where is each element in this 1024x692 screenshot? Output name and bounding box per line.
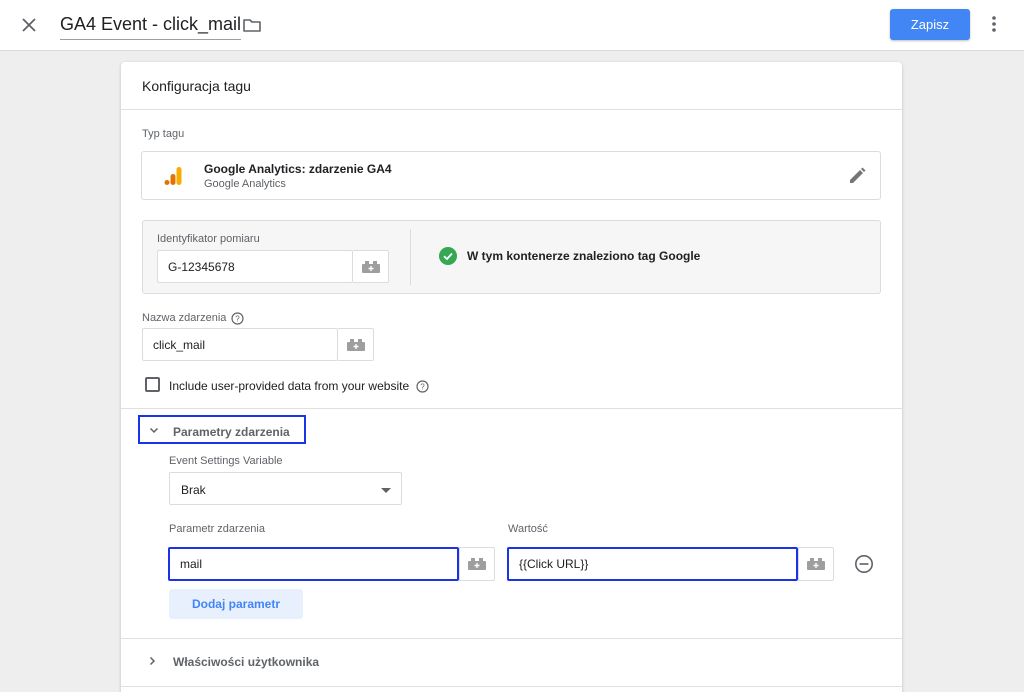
card-header: Konfiguracja tagu xyxy=(121,62,902,110)
top-bar: GA4 Event - click_mail Zapisz xyxy=(0,0,1024,51)
param-name-variable-button[interactable] xyxy=(459,547,495,581)
param-value-variable-button[interactable] xyxy=(798,547,834,581)
google-analytics-icon xyxy=(164,167,182,185)
add-param-button[interactable]: Dodaj parametr xyxy=(169,589,303,619)
measurement-id-input[interactable] xyxy=(157,250,353,283)
variable-lego-icon xyxy=(361,260,380,273)
dropdown-caret-icon xyxy=(381,488,391,493)
section-divider xyxy=(121,686,902,687)
chevron-right-icon xyxy=(149,656,156,666)
value-column-label: Wartość xyxy=(508,523,548,535)
event-name-input[interactable] xyxy=(142,328,338,361)
tag-configuration-card: Konfiguracja tagu Typ tagu Google Analyt… xyxy=(121,62,902,692)
tag-type-selector[interactable]: Google Analytics: zdarzenie GA4 Google A… xyxy=(141,151,881,200)
user-data-checkbox[interactable] xyxy=(145,377,160,392)
event-settings-variable-label: Event Settings Variable xyxy=(169,455,283,467)
save-button[interactable]: Zapisz xyxy=(890,9,970,40)
tag-type-label: Typ tagu xyxy=(142,128,185,140)
user-properties-section-toggle[interactable]: Właściwości użytkownika xyxy=(141,650,341,672)
svg-text:?: ? xyxy=(235,315,240,324)
param-name-input[interactable] xyxy=(168,547,459,581)
user-properties-title: Właściwości użytkownika xyxy=(173,655,320,669)
tag-type-name: Google Analytics: zdarzenie GA4 xyxy=(204,162,392,176)
tag-type-vendor: Google Analytics xyxy=(204,178,286,190)
section-divider xyxy=(121,408,902,409)
event-settings-variable-select[interactable]: Brak xyxy=(169,472,402,505)
event-params-title: Parametry zdarzenia xyxy=(173,425,290,439)
more-options-icon[interactable] xyxy=(984,13,1004,35)
measurement-id-panel: Identyfikator pomiaru W tym kontenerze z… xyxy=(142,220,881,294)
help-icon[interactable]: ? xyxy=(416,380,429,393)
section-divider xyxy=(121,638,902,639)
card-title: Konfiguracja tagu xyxy=(142,78,251,94)
google-tag-found-status: W tym kontenerze znaleziono tag Google xyxy=(467,249,701,263)
measurement-id-label: Identyfikator pomiaru xyxy=(157,233,260,245)
panel-divider xyxy=(410,229,411,285)
close-icon[interactable] xyxy=(18,14,40,36)
event-params-section-toggle[interactable]: Parametry zdarzenia xyxy=(138,415,306,444)
measurement-id-variable-button[interactable] xyxy=(353,250,389,283)
variable-lego-icon xyxy=(346,338,365,351)
param-value-input[interactable] xyxy=(507,547,798,581)
variable-lego-icon xyxy=(468,558,486,570)
help-icon[interactable]: ? xyxy=(231,312,244,325)
check-circle-icon xyxy=(439,247,457,265)
edit-pencil-icon[interactable] xyxy=(846,165,868,187)
user-data-label: Include user-provided data from your web… xyxy=(169,379,410,393)
folder-icon[interactable] xyxy=(241,14,263,36)
chevron-down-icon xyxy=(149,427,159,434)
select-value: Brak xyxy=(181,483,206,497)
svg-text:?: ? xyxy=(420,383,425,392)
event-name-label: Nazwa zdarzenia xyxy=(142,312,227,324)
param-column-label: Parametr zdarzenia xyxy=(169,523,265,535)
page-title[interactable]: GA4 Event - click_mail xyxy=(60,14,242,40)
event-name-variable-button[interactable] xyxy=(338,328,374,361)
remove-param-icon[interactable] xyxy=(854,554,874,574)
variable-lego-icon xyxy=(807,558,825,570)
